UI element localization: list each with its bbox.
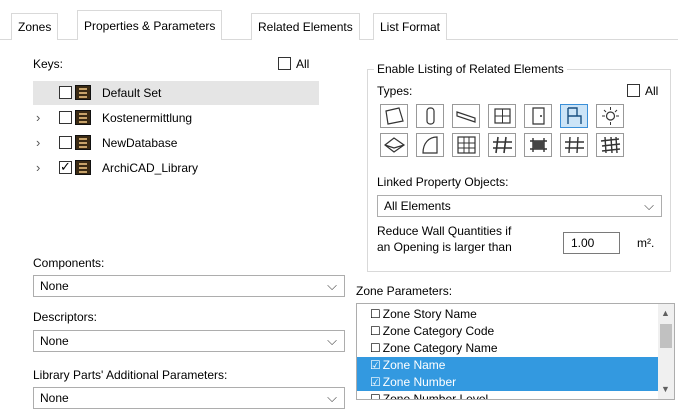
list-item-label: Zone Story Name <box>382 307 477 321</box>
wall-icon[interactable] <box>380 104 408 128</box>
tree-item-label: ArchiCAD_Library <box>102 161 199 175</box>
chevron-down-icon: ⌵ <box>644 198 654 213</box>
curtain-wall-icon[interactable] <box>452 133 480 157</box>
descriptors-label: Descriptors: <box>33 310 98 324</box>
railing-icon[interactable] <box>488 133 516 157</box>
chevron-down-icon: ⌵ <box>327 333 337 348</box>
components-value: None <box>40 279 69 293</box>
checkbox-checked-icon[interactable]: ☑ <box>370 358 381 372</box>
zone-parameters-label: Zone Parameters: <box>356 284 453 298</box>
list-item[interactable]: ☐ Zone Category Code <box>357 323 659 340</box>
checkbox-unchecked-icon[interactable]: ☐ <box>370 341 381 355</box>
scroll-down-icon[interactable]: ▼ <box>661 384 670 394</box>
roof-icon[interactable] <box>380 133 408 157</box>
list-item[interactable]: ☐ Zone Category Name <box>357 340 659 357</box>
tab-list-format[interactable]: List Format <box>373 13 448 40</box>
tree-item-kostenermittlung[interactable]: › Kostenermittlung <box>33 106 319 130</box>
scroll-up-icon[interactable]: ▲ <box>661 308 670 318</box>
types-all-checkbox[interactable] <box>627 84 640 97</box>
list-item-label: Zone Name <box>382 358 446 372</box>
list-item-label: Zone Category Name <box>382 341 498 355</box>
chevron-right-icon[interactable]: › <box>36 110 40 125</box>
tree-item-newdatabase[interactable]: › NewDatabase <box>33 131 319 155</box>
object-icon[interactable] <box>560 104 588 128</box>
column-icon[interactable] <box>416 104 444 128</box>
tree-item-label: Kostenermittlung <box>102 111 193 125</box>
list-scrollbar[interactable]: ▲ ▼ <box>658 304 674 399</box>
checkbox-unchecked-icon[interactable]: ☐ <box>370 392 381 399</box>
tree-item-checkbox[interactable] <box>59 111 72 124</box>
database-icon <box>75 135 91 150</box>
slab-icon[interactable] <box>524 133 552 157</box>
chevron-down-icon: ⌵ <box>327 278 337 293</box>
library-params-dropdown[interactable]: None ⌵ <box>33 387 345 409</box>
list-item[interactable]: ☐ Zone Story Name <box>357 306 659 323</box>
tree-item-label: NewDatabase <box>102 136 178 150</box>
morph-icon[interactable] <box>596 133 624 157</box>
types-all-label: All <box>645 84 659 98</box>
keys-all-label: All <box>296 57 310 71</box>
tree-item-checkbox[interactable] <box>59 86 72 99</box>
tree-item-archicad-library[interactable]: › ArchiCAD_Library <box>33 156 319 180</box>
list-item[interactable]: ☐ Zone Number Level <box>357 391 659 400</box>
tree-item-default-set[interactable]: Default Set <box>33 81 319 105</box>
linked-property-label: Linked Property Objects: <box>377 175 509 189</box>
keys-label: Keys: <box>33 57 64 71</box>
components-dropdown[interactable]: None ⌵ <box>33 275 345 297</box>
beam-icon[interactable] <box>452 104 480 128</box>
library-params-label: Library Parts' Additional Parameters: <box>33 368 228 382</box>
chevron-right-icon[interactable]: › <box>36 135 40 150</box>
lamp-icon[interactable] <box>596 104 624 128</box>
zone-parameters-list: ☐ Zone Story Name ☐ Zone Category Code ☐ Zo… <box>356 303 675 400</box>
components-label: Components: <box>33 256 105 270</box>
list-item[interactable]: ☑ Zone Number <box>357 374 659 391</box>
tab-bar: Zones Properties & Parameters Related El… <box>0 0 678 41</box>
types-label: Types: <box>377 84 413 98</box>
tree-item-checkbox[interactable] <box>59 159 72 175</box>
list-item-label: Zone Number Level <box>382 392 489 400</box>
tree-item-checkbox[interactable] <box>59 136 72 149</box>
reduce-value-input[interactable]: 1.00 <box>563 232 620 254</box>
mesh-icon[interactable] <box>560 133 588 157</box>
door-icon[interactable] <box>524 104 552 128</box>
tab-related-elements[interactable]: Related Elements <box>251 13 360 40</box>
keys-all-checkbox[interactable] <box>278 57 291 70</box>
descriptors-dropdown[interactable]: None ⌵ <box>33 330 345 352</box>
list-item-label: Zone Category Code <box>382 324 495 338</box>
reduce-label-line1: Reduce Wall Quantities if <box>377 224 512 238</box>
database-icon <box>75 85 91 100</box>
linked-property-dropdown[interactable]: All Elements ⌵ <box>377 195 662 217</box>
scrollbar-thumb[interactable] <box>660 324 672 348</box>
checkbox-unchecked-icon[interactable]: ☐ <box>370 307 381 321</box>
reduce-value: 1.00 <box>571 236 595 250</box>
descriptors-value: None <box>40 334 69 348</box>
tab-properties-parameters[interactable]: Properties & Parameters <box>77 10 223 41</box>
chevron-right-icon[interactable]: › <box>36 160 40 175</box>
checkbox-checked-icon[interactable]: ☑ <box>370 375 381 389</box>
reduce-unit: m². <box>637 236 655 250</box>
checkbox-unchecked-icon[interactable]: ☐ <box>370 324 381 338</box>
chevron-down-icon: ⌵ <box>327 390 337 405</box>
window-icon[interactable] <box>488 104 516 128</box>
database-icon <box>75 160 91 175</box>
database-icon <box>75 110 91 125</box>
list-item[interactable]: ☑ Zone Name <box>357 357 659 374</box>
related-elements-group-title: Enable Listing of Related Elements <box>374 62 567 76</box>
library-params-value: None <box>40 391 69 405</box>
shell-icon[interactable] <box>416 133 444 157</box>
tab-zones[interactable]: Zones <box>11 13 59 40</box>
tree-item-label: Default Set <box>102 86 162 100</box>
reduce-label-line2: an Opening is larger than <box>377 240 512 254</box>
linked-property-value: All Elements <box>384 199 451 213</box>
keys-tree: Default Set › Kostenermittlung › NewData… <box>33 77 319 246</box>
list-item-label: Zone Number <box>382 375 457 389</box>
